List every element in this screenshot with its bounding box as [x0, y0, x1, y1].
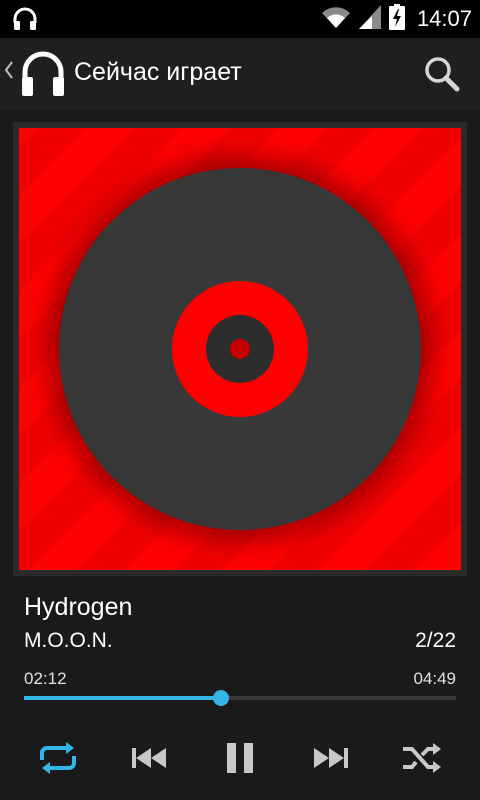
shuffle-icon [403, 743, 441, 773]
action-bar: Сейчас играет [0, 38, 480, 110]
signal-icon [358, 4, 381, 34]
previous-button[interactable] [125, 736, 173, 780]
queue-position: 2/22 [415, 629, 456, 652]
pause-icon [227, 743, 253, 773]
previous-icon [132, 748, 166, 768]
status-bar: 14:07 [0, 0, 480, 38]
disc-center [206, 315, 274, 383]
track-artist: M.O.O.N. [24, 629, 113, 652]
seek-progress [24, 696, 221, 700]
repeat-icon [40, 742, 76, 774]
next-icon [314, 748, 348, 768]
repeat-button[interactable] [34, 736, 82, 780]
up-caret-icon[interactable] [4, 60, 14, 86]
screen-title: Сейчас играет [74, 58, 242, 86]
search-button[interactable] [422, 54, 462, 94]
album-art-frame [13, 122, 467, 576]
disc-hole [230, 339, 250, 359]
clock: 14:07 [416, 6, 472, 31]
track-title: Hydrogen [24, 593, 133, 621]
search-icon [425, 57, 460, 92]
wifi-icon [321, 5, 351, 34]
seek-thumb[interactable] [213, 690, 229, 706]
elapsed-time: 02:12 [24, 669, 67, 688]
battery-charging-icon [388, 3, 405, 35]
total-duration: 04:49 [413, 669, 456, 688]
headphones-icon [12, 6, 38, 37]
seek-bar[interactable] [24, 688, 456, 708]
pause-button[interactable] [216, 736, 264, 780]
vinyl-disc-icon [59, 168, 421, 530]
headphones-app-icon[interactable] [20, 50, 66, 103]
next-button[interactable] [307, 736, 355, 780]
disc-label-ring [172, 281, 308, 417]
shuffle-button[interactable] [398, 736, 446, 780]
album-art [19, 128, 461, 570]
